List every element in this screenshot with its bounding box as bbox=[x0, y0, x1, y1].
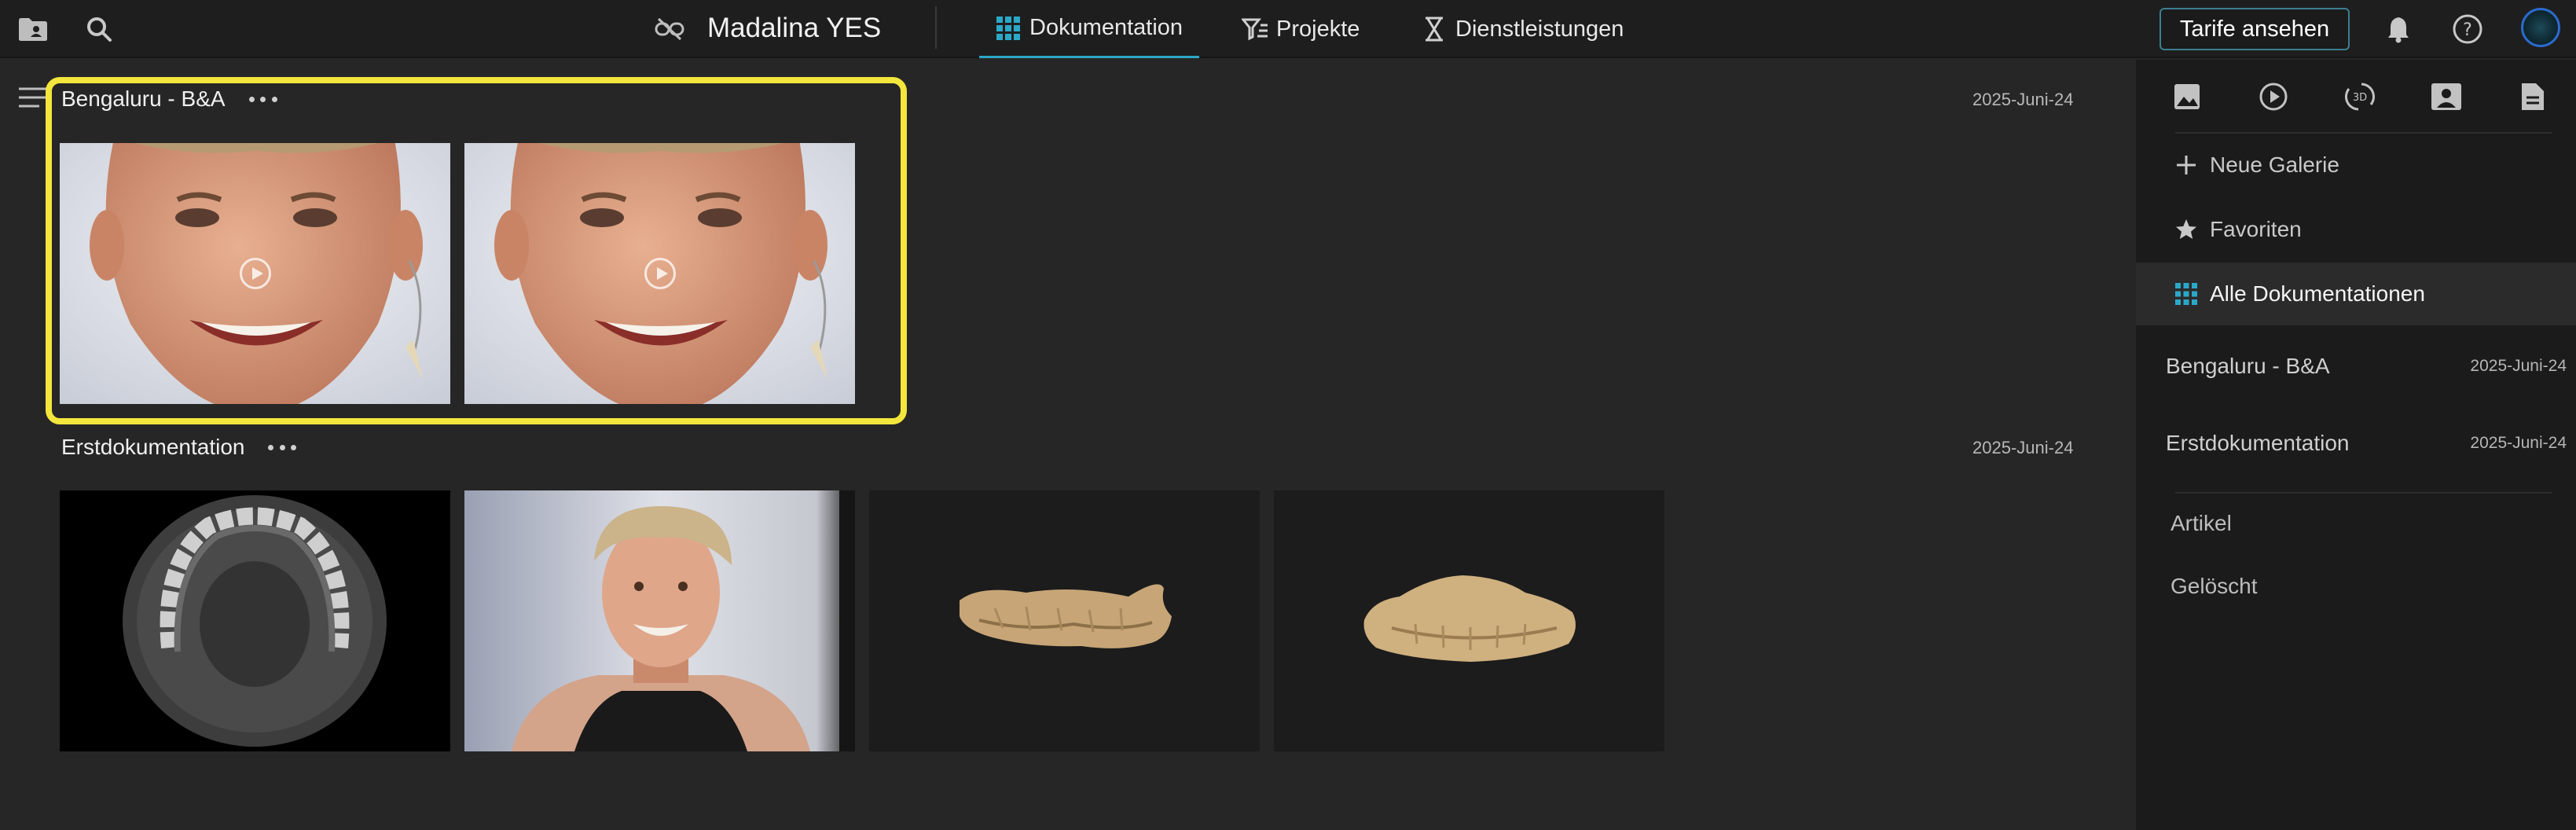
3d-scan-thumbnail[interactable] bbox=[1274, 490, 1664, 751]
tarife-ansehen-button[interactable]: Tarife ansehen bbox=[2160, 8, 2350, 50]
tab-projekte[interactable]: Projekte bbox=[1242, 0, 1360, 58]
video-thumbnail[interactable] bbox=[464, 143, 855, 404]
svg-text:?: ? bbox=[2463, 20, 2472, 40]
gallery-date: 2025-Juni-24 bbox=[1972, 90, 2074, 109]
play-icon bbox=[239, 258, 271, 289]
filter-icon bbox=[1242, 16, 1268, 42]
gallery-title: Erstdokumentation bbox=[61, 435, 245, 459]
gallery-name: Erstdokumentation bbox=[2166, 431, 2350, 455]
sidebar-link-artikel[interactable]: Artikel bbox=[2171, 511, 2232, 536]
grid-icon bbox=[2174, 281, 2199, 307]
tab-label: Dokumentation bbox=[1029, 15, 1183, 40]
tab-dokumentation[interactable]: Dokumentation bbox=[979, 0, 1199, 58]
more-options-icon[interactable] bbox=[248, 91, 277, 107]
help-icon[interactable]: ? bbox=[2450, 12, 2485, 46]
sidebar-gallery-erstdokumentation[interactable]: Erstdokumentation 2025-Juni-24 bbox=[2166, 420, 2567, 467]
search-icon[interactable] bbox=[82, 12, 116, 46]
neue-galerie-button[interactable]: Neue Galerie bbox=[2136, 134, 2576, 196]
play-icon[interactable] bbox=[2254, 77, 2293, 116]
portrait-thumbnail[interactable] bbox=[464, 490, 855, 751]
sidebar-item-label: Alle Dokumentationen bbox=[2210, 281, 2425, 306]
sidebar-item-favoriten[interactable]: Favoriten bbox=[2136, 198, 2576, 261]
sidebar-item-label: Favoriten bbox=[2210, 217, 2302, 241]
video-thumbnail[interactable] bbox=[60, 143, 450, 404]
gallery-header-bengaluru: Bengaluru - B&A bbox=[61, 83, 277, 115]
hourglass-icon bbox=[1421, 16, 1448, 42]
portrait-icon[interactable] bbox=[2427, 77, 2466, 116]
folder-icon[interactable] bbox=[16, 12, 50, 46]
gallery-date: 2025-Juni-24 bbox=[2470, 357, 2567, 375]
sidebar-gallery-bengaluru[interactable]: Bengaluru - B&A 2025-Juni-24 bbox=[2166, 343, 2567, 390]
3d-rotate-icon[interactable]: 3D bbox=[2340, 77, 2380, 116]
grid-icon bbox=[995, 15, 1022, 42]
tab-label: Dienstleistungen bbox=[1455, 16, 1624, 42]
gallery-header-erstdokumentation: Erstdokumentation bbox=[61, 432, 297, 463]
unlink-icon[interactable] bbox=[652, 12, 687, 46]
topbar-divider bbox=[935, 6, 937, 49]
gallery-date: 2025-Juni-24 bbox=[1972, 438, 2074, 457]
tab-dienstleistungen[interactable]: Dienstleistungen bbox=[1421, 0, 1624, 58]
project-title: Madalina YES bbox=[707, 13, 882, 43]
sidebar-item-alle-dokumentationen[interactable]: Alle Dokumentationen bbox=[2136, 263, 2576, 325]
document-icon[interactable] bbox=[2513, 77, 2552, 116]
avatar[interactable] bbox=[2521, 8, 2560, 47]
gallery-date: 2025-Juni-24 bbox=[2470, 434, 2567, 452]
star-icon bbox=[2174, 217, 2199, 242]
plus-icon bbox=[2174, 152, 2199, 178]
gallery-name: Bengaluru - B&A bbox=[2166, 354, 2330, 378]
ct-scan-thumbnail[interactable] bbox=[60, 490, 450, 751]
sidebar-link-geloescht[interactable]: Gelöscht bbox=[2171, 574, 2258, 599]
svg-text:3D: 3D bbox=[2353, 92, 2367, 104]
play-icon bbox=[644, 258, 676, 289]
3d-scan-thumbnail[interactable] bbox=[869, 490, 1260, 751]
tab-label: Projekte bbox=[1276, 16, 1360, 42]
menu-icon[interactable] bbox=[17, 85, 49, 110]
sidebar-item-label: Neue Galerie bbox=[2210, 152, 2339, 177]
bell-icon[interactable] bbox=[2381, 12, 2416, 46]
right-sidebar: 3D Neue Galerie Favoriten Alle Dokumenta… bbox=[2136, 60, 2576, 830]
gallery-title: Bengaluru - B&A bbox=[61, 86, 226, 111]
top-bar: Madalina YES Dokumentation Projekte Dien… bbox=[0, 0, 2576, 58]
image-icon[interactable] bbox=[2167, 77, 2207, 116]
sidebar-divider bbox=[2175, 492, 2552, 494]
more-options-icon[interactable] bbox=[268, 439, 297, 455]
